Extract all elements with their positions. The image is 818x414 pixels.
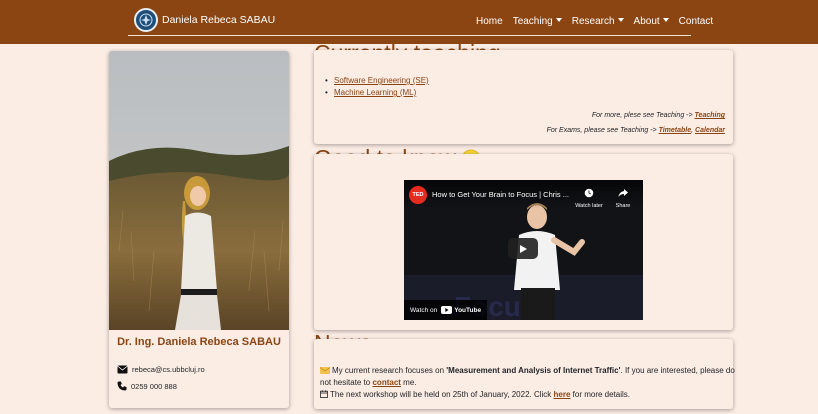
phone-icon — [117, 381, 127, 391]
nav-teaching[interactable]: Teaching — [513, 16, 562, 27]
ted-channel-icon[interactable]: TED — [409, 186, 427, 204]
nav-contact[interactable]: Contact — [679, 16, 713, 27]
nav-home[interactable]: Home — [476, 16, 503, 27]
list-item: Software Engineering (SE) — [325, 76, 429, 85]
teaching-link[interactable]: Teaching — [695, 112, 725, 119]
email-text[interactable]: rebeca@cs.ubbcluj.ro — [132, 365, 205, 374]
youtube-logo-icon — [441, 306, 453, 314]
calendar-icon — [320, 390, 328, 398]
news-workshop-line: The next workshop will be held on 25th o… — [320, 390, 630, 399]
envelope-icon — [319, 367, 331, 374]
envelope-icon — [117, 365, 128, 374]
youtube-video-embed[interactable]: Focus TED How to Get Your Brain to Focus… — [404, 180, 643, 320]
workshop-details-link[interactable]: here — [554, 390, 571, 399]
good-to-know-card: Focus TED How to Get Your Brain to Focus… — [314, 154, 733, 330]
phone-row: 0259 000 888 — [117, 381, 177, 391]
university-logo-icon — [134, 8, 158, 32]
watch-on-youtube-button[interactable]: Watch on YouTube — [404, 300, 488, 320]
caret-down-icon — [555, 18, 562, 22]
profile-photo — [109, 51, 289, 330]
course-link-ml[interactable]: Machine Learning (ML) — [334, 88, 416, 97]
caret-down-icon — [617, 18, 624, 22]
navbar-underline — [128, 35, 691, 36]
main-nav: Home Teaching Research About Contact — [476, 16, 723, 27]
play-button[interactable] — [508, 238, 538, 259]
list-item: Machine Learning (ML) — [325, 88, 429, 97]
phone-text: 0259 000 888 — [131, 381, 177, 391]
video-title[interactable]: How to Get Your Brain to Focus | Chris .… — [432, 190, 569, 199]
calendar-link[interactable]: Calendar — [695, 127, 725, 134]
profile-card: Dr. Ing. Daniela Rebeca SABAU rebeca@cs.… — [109, 51, 289, 408]
clock-icon — [584, 188, 594, 198]
news-contact-line: not hesitate to contact me. — [320, 378, 417, 387]
news-research-line: My current research focuses on 'Measurem… — [319, 366, 735, 375]
share-button[interactable]: Share — [611, 185, 635, 209]
nav-about[interactable]: About — [634, 16, 669, 27]
exams-note: For Exams, please see Teaching -> Timeta… — [546, 127, 725, 134]
profile-name: Dr. Ing. Daniela Rebeca SABAU — [117, 336, 281, 348]
course-link-se[interactable]: Software Engineering (SE) — [334, 76, 429, 85]
navbar: Daniela Rebeca SABAU Home Teaching Resea… — [0, 0, 818, 44]
teaching-card: Software Engineering (SE) Machine Learni… — [314, 50, 733, 144]
video-top-bar: TED How to Get Your Brain to Focus | Chr… — [404, 180, 643, 209]
course-list: Software Engineering (SE) Machine Learni… — [325, 76, 429, 100]
caret-down-icon — [662, 18, 669, 22]
news-card: My current research focuses on 'Measurem… — [314, 339, 735, 409]
brand-link[interactable]: Daniela Rebeca SABAU — [134, 8, 275, 32]
share-arrow-icon — [618, 189, 628, 197]
play-icon — [520, 244, 527, 253]
brand-name: Daniela Rebeca SABAU — [162, 14, 276, 26]
teaching-note: For more, plese see Teaching -> Teaching — [591, 112, 725, 119]
nav-research[interactable]: Research — [572, 16, 624, 27]
email-row: rebeca@cs.ubbcluj.ro — [117, 365, 205, 374]
timetable-link[interactable]: Timetable — [659, 127, 692, 134]
watch-later-button[interactable]: Watch later — [574, 185, 604, 209]
contact-link[interactable]: contact — [372, 378, 400, 387]
